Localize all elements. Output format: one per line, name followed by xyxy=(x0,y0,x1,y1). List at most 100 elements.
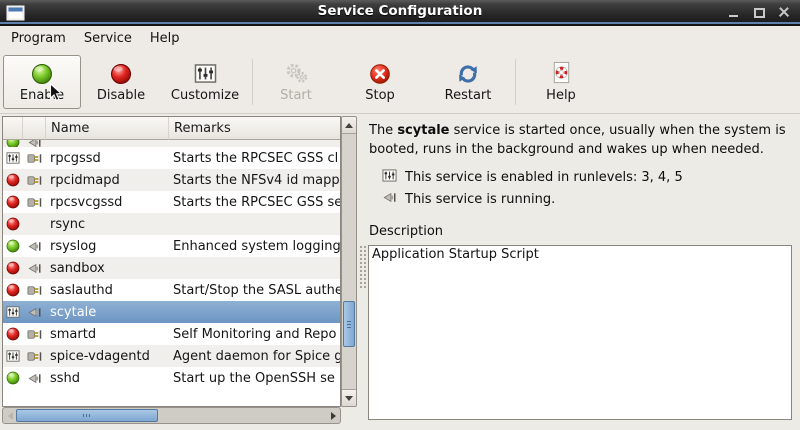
service-name: rsyslog xyxy=(46,239,169,254)
right-arrow-icon xyxy=(331,412,336,420)
service-remarks: Agent daemon for Spice g xyxy=(169,349,340,364)
toolbar-buttons: EnableDisableCustomize Start Stop Restart He… xyxy=(0,51,800,113)
status-enabled-icon xyxy=(3,367,23,389)
service-name-bold: scytale xyxy=(397,123,449,138)
column-header-icon1[interactable] xyxy=(23,117,46,140)
column-header-remarks[interactable]: Remarks xyxy=(169,117,340,140)
scroll-down-button[interactable] xyxy=(342,389,356,406)
empty-icon-cell xyxy=(23,213,46,235)
vertical-scrollbar-thumb[interactable] xyxy=(343,301,355,347)
service-name: saslauthd xyxy=(46,283,169,298)
service-name: rsync xyxy=(46,217,169,232)
plug-running-icon xyxy=(23,235,46,257)
horizontal-scrollbar-thumb[interactable] xyxy=(16,409,158,422)
plug-running-icon xyxy=(23,367,46,389)
close-icon xyxy=(778,6,790,18)
customize-button[interactable]: Customize xyxy=(161,55,249,109)
service-name: rpcidmapd xyxy=(46,173,169,188)
scroll-right-button[interactable] xyxy=(326,408,340,423)
menu-help[interactable]: Help xyxy=(141,28,189,49)
help-icon xyxy=(549,60,574,87)
service-remarks: Starts the RPCSEC GSS cl xyxy=(169,151,340,166)
window-title: Service Configuration xyxy=(0,0,800,23)
plug-running-icon xyxy=(382,190,397,209)
close-button[interactable] xyxy=(776,4,792,20)
help-label: Help xyxy=(546,88,576,103)
service-row[interactable] xyxy=(3,140,340,147)
service-name: sandbox xyxy=(46,261,169,276)
service-row-saslauthd[interactable]: saslauthdStart/Stop the SASL authe xyxy=(3,279,340,301)
enable-button[interactable]: Enable xyxy=(3,55,81,109)
maximize-button[interactable] xyxy=(751,4,767,20)
service-name: sshd xyxy=(46,371,169,386)
service-status-bullets: This service is enabled in runlevels: 3,… xyxy=(369,166,798,210)
column-header-name[interactable]: Name xyxy=(46,117,169,140)
plug-stopped-icon xyxy=(23,191,46,213)
runlevel-icon xyxy=(3,147,23,169)
list-header: NameRemarks xyxy=(3,117,340,140)
status-disabled-icon xyxy=(3,323,23,345)
service-row-smartd[interactable]: smartdSelf Monitoring and Repo xyxy=(3,323,340,345)
service-remarks: Self Monitoring and Repo xyxy=(169,327,340,342)
service-name: rpcgssd xyxy=(46,151,169,166)
description-textview[interactable]: Application Startup Script xyxy=(368,245,792,420)
help-button[interactable]: Help xyxy=(519,55,603,109)
minimize-icon xyxy=(728,6,740,18)
service-remarks: Start/Stop the SASL authe xyxy=(169,283,340,298)
stop-label: Stop xyxy=(365,88,395,103)
start-label: Start xyxy=(280,88,312,103)
detail-bullet-1: This service is running. xyxy=(369,188,798,210)
restart-button[interactable]: Restart xyxy=(424,55,512,109)
service-row-rpcidmapd[interactable]: rpcidmapdStarts the NFSv4 id mapp xyxy=(3,169,340,191)
window-controls xyxy=(726,0,792,23)
plug-stopped-icon xyxy=(23,345,46,367)
service-row-sshd[interactable]: sshdStart up the OpenSSH se xyxy=(3,367,340,389)
column-header-icon0[interactable] xyxy=(3,117,23,140)
plug-running-icon xyxy=(23,301,46,323)
service-row-sandbox[interactable]: sandbox xyxy=(3,257,340,279)
start-button[interactable]: Start xyxy=(256,55,336,109)
detail-bullet-0: This service is enabled in runlevels: 3,… xyxy=(369,166,798,188)
service-name: scytale xyxy=(46,305,169,320)
status-enabled-icon xyxy=(3,140,23,147)
scroll-up-button[interactable] xyxy=(342,117,356,134)
disable-icon xyxy=(110,60,132,87)
service-name: rpcsvcgssd xyxy=(46,195,169,210)
vertical-scrollbar[interactable] xyxy=(341,116,357,407)
status-disabled-icon xyxy=(3,279,23,301)
service-row-spice-vdagentd[interactable]: spice-vdagentdAgent daemon for Spice g xyxy=(3,345,340,367)
menu-service[interactable]: Service xyxy=(75,28,141,49)
service-row-rsyslog[interactable]: rsyslogEnhanced system logging xyxy=(3,235,340,257)
runlevel-icon xyxy=(3,301,23,323)
service-row-rsync[interactable]: rsync xyxy=(3,213,340,235)
service-list: NameRemarks rpcgssdStarts the RPCSEC GSS… xyxy=(2,116,341,407)
service-name: smartd xyxy=(46,327,169,342)
up-arrow-icon xyxy=(345,123,353,128)
description-label: Description xyxy=(369,224,443,239)
service-row-scytale[interactable]: scytale xyxy=(3,301,340,323)
menu-items: ProgramServiceHelp xyxy=(0,26,800,51)
service-remarks: Enhanced system logging xyxy=(169,239,340,254)
service-row-rpcgssd[interactable]: rpcgssdStarts the RPCSEC GSS cl xyxy=(3,147,340,169)
enable-icon xyxy=(31,60,53,87)
plug-stopped-icon xyxy=(23,169,46,191)
restart-label: Restart xyxy=(445,88,492,103)
runlevel-icon xyxy=(3,345,23,367)
menu-program[interactable]: Program xyxy=(2,28,75,49)
minimize-button[interactable] xyxy=(726,4,742,20)
service-row-rpcsvcgssd[interactable]: rpcsvcgssdStarts the RPCSEC GSS se xyxy=(3,191,340,213)
list-body: rpcgssdStarts the RPCSEC GSS clrpcidmapd… xyxy=(3,140,340,406)
bullet-text: This service is enabled in runlevels: 3,… xyxy=(405,170,683,185)
toolbar: EnableDisableCustomize Start Stop Restart He… xyxy=(0,51,800,114)
stop-button[interactable]: Stop xyxy=(336,55,424,109)
scroll-left-button[interactable] xyxy=(3,408,17,423)
plug-stopped-icon xyxy=(23,279,46,301)
disable-button[interactable]: Disable xyxy=(81,55,161,109)
maximize-icon xyxy=(753,6,765,18)
down-arrow-icon xyxy=(345,396,353,401)
service-name: spice-vdagentd xyxy=(46,349,169,364)
bullet-text: This service is running. xyxy=(405,192,555,207)
service-remarks: Start up the OpenSSH se xyxy=(169,371,340,386)
horizontal-scrollbar[interactable] xyxy=(2,407,341,424)
pane-resize-handle[interactable] xyxy=(359,245,366,289)
